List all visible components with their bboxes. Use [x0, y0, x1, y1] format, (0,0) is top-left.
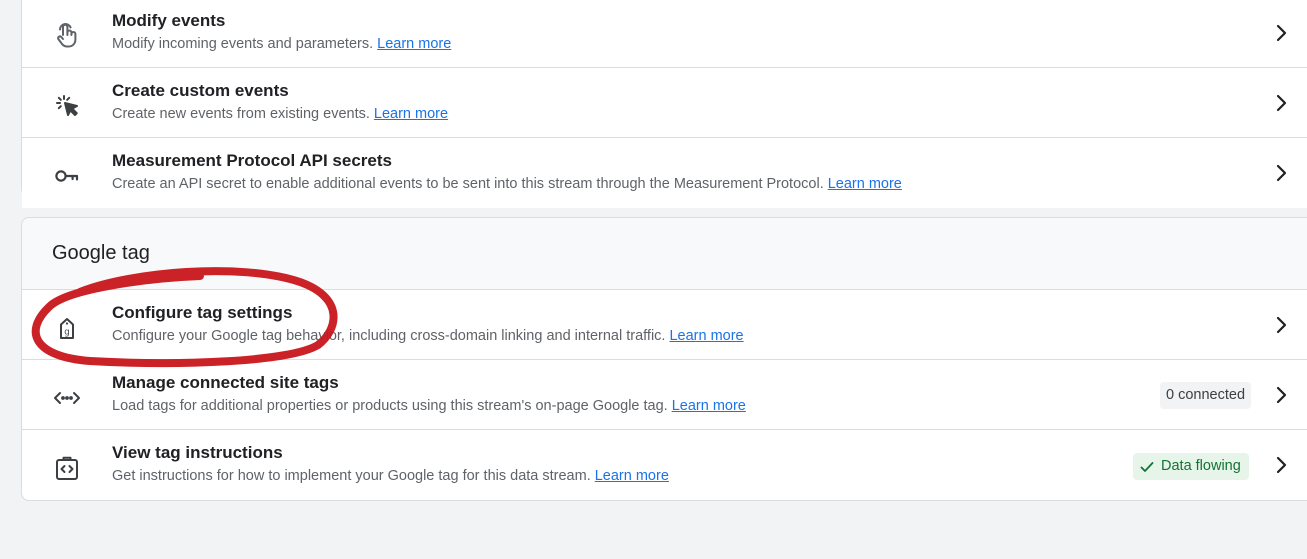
- tag-g-icon: g: [52, 313, 82, 343]
- learn-more-link[interactable]: Learn more: [374, 106, 448, 122]
- row-title: Manage connected site tags: [112, 373, 339, 392]
- check-icon: [1140, 461, 1154, 472]
- event-settings-card: Modify events Modify incoming events and…: [21, 0, 1307, 208]
- learn-more-link[interactable]: Learn more: [672, 398, 746, 414]
- modify-events-row[interactable]: Modify events Modify incoming events and…: [22, 0, 1307, 68]
- row-title: Create custom events: [112, 81, 289, 100]
- chevron-right-icon[interactable]: [1270, 92, 1292, 114]
- learn-more-link[interactable]: Learn more: [828, 176, 902, 192]
- learn-more-link[interactable]: Learn more: [377, 36, 451, 52]
- section-title: Google tag: [52, 242, 150, 264]
- chevron-right-icon[interactable]: [1270, 22, 1292, 44]
- learn-more-link[interactable]: Learn more: [669, 328, 743, 344]
- click-sparkle-icon: [52, 91, 82, 121]
- connected-count-badge: 0 connected: [1160, 382, 1252, 409]
- data-flowing-badge: Data flowing: [1133, 453, 1249, 480]
- svg-text:g: g: [64, 328, 69, 338]
- configure-tag-settings-row[interactable]: g Configure tag settings Configure your …: [22, 290, 1307, 360]
- row-title: View tag instructions: [112, 443, 283, 462]
- learn-more-link[interactable]: Learn more: [595, 468, 669, 484]
- row-title: Modify events: [112, 11, 226, 30]
- row-title: Measurement Protocol API secrets: [112, 151, 392, 170]
- manage-connected-site-tags-row[interactable]: Manage connected site tags Load tags for…: [22, 360, 1307, 430]
- chevron-right-icon[interactable]: [1270, 454, 1292, 476]
- data-flowing-label: Data flowing: [1161, 458, 1241, 474]
- create-custom-events-row[interactable]: Create custom events Create new events f…: [22, 68, 1307, 138]
- measurement-protocol-row[interactable]: Measurement Protocol API secrets Create …: [22, 138, 1307, 208]
- row-description: Create new events from existing events. L…: [112, 106, 449, 122]
- chevron-right-icon[interactable]: [1270, 314, 1292, 336]
- chevron-right-icon[interactable]: [1270, 162, 1292, 184]
- row-title: Configure tag settings: [112, 303, 293, 322]
- view-tag-instructions-row[interactable]: View tag instructions Get instructions f…: [22, 430, 1307, 500]
- touch-gesture-icon: [52, 21, 82, 51]
- google-tag-card-header: Google tag: [22, 218, 1307, 290]
- chevron-right-icon[interactable]: [1270, 384, 1292, 406]
- row-description: Modify incoming events and parameters. Le…: [112, 36, 452, 52]
- code-arrows-icon: [52, 383, 82, 413]
- row-description: Get instructions for how to implement yo…: [112, 468, 669, 484]
- row-description: Configure your Google tag behavior, incl…: [112, 328, 744, 344]
- google-tag-card: Google tag g Configure tag settings Conf…: [21, 217, 1307, 501]
- clipboard-code-icon: [52, 453, 82, 483]
- row-description: Load tags for additional properties or p…: [112, 398, 746, 414]
- row-description: Create an API secret to enable additiona…: [112, 176, 902, 192]
- key-icon: [52, 161, 82, 191]
